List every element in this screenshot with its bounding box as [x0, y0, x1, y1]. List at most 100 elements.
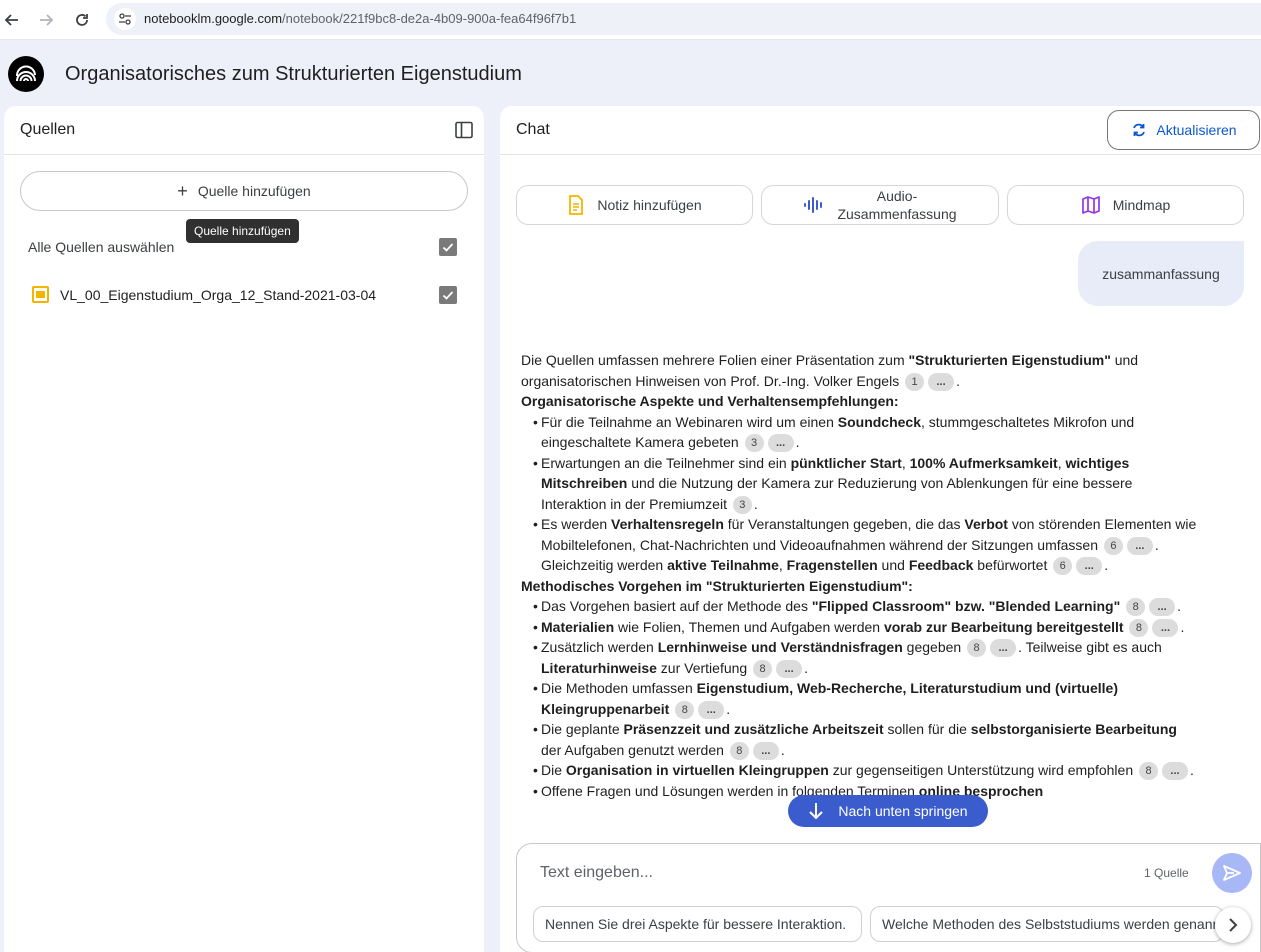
answer-heading-1: Organisatorische Aspekte und Verhaltense…	[521, 393, 899, 409]
answer-list-1: Für die Teilnahme an Webinaren wird um e…	[521, 412, 1201, 576]
citation-chip[interactable]: 8	[675, 700, 695, 719]
send-icon	[1223, 865, 1241, 881]
citation-more-chip[interactable]: ...	[1152, 618, 1179, 637]
text: .	[956, 372, 960, 389]
url-host: notebooklm.google.com	[144, 11, 283, 26]
citation-more-chip[interactable]: ...	[776, 659, 803, 678]
citation-chip[interactable]: 3	[744, 434, 764, 452]
bold-text: aktive Teilnahme	[667, 557, 779, 573]
text: .	[804, 659, 808, 676]
add-source-button[interactable]: + Quelle hinzufügen	[20, 171, 468, 211]
url-text[interactable]: notebooklm.google.com/notebook/221f9bc8-…	[144, 11, 576, 26]
jump-to-bottom-button[interactable]: Nach unten springen	[788, 795, 988, 827]
citation-more-chip[interactable]: ...	[752, 741, 779, 760]
citation-chip[interactable]: 8	[753, 659, 773, 678]
text: und	[877, 557, 909, 573]
map-icon	[1081, 196, 1100, 214]
text: Für die Teilnahme an Webinaren wird um e…	[541, 413, 838, 430]
text: der Aufgaben genutzt werden	[541, 741, 724, 758]
text: und die Nutzung der Kamera zur Reduzieru…	[541, 475, 1133, 512]
bold-text: Materialien	[541, 618, 615, 635]
citation-chip[interactable]: 8	[1139, 762, 1159, 780]
citation-more-chip[interactable]: ...	[698, 700, 725, 719]
next-suggestions-button[interactable]	[1215, 907, 1251, 943]
audio-summary-label: Audio- Zusammenfassung	[837, 187, 957, 223]
citation-more-chip[interactable]: ...	[1162, 762, 1189, 780]
back-icon[interactable]	[0, 8, 24, 32]
citation-more-chip[interactable]: ...	[1126, 536, 1153, 555]
forward-icon[interactable]	[34, 8, 58, 32]
add-note-label: Notiz hinzufügen	[597, 197, 702, 213]
citation-chip[interactable]: 6	[1103, 536, 1123, 555]
citation-more-chip[interactable]: ...	[990, 639, 1017, 657]
citation-more-chip[interactable]: ...	[1149, 598, 1176, 616]
arrow-down-icon	[809, 803, 824, 820]
text: für Veranstaltungen gegeben, die das	[723, 516, 965, 532]
select-all-checkbox[interactable]	[439, 238, 457, 256]
suggestion-chip[interactable]: Welche Methoden des Selbststudiums werde…	[870, 906, 1224, 942]
refresh-icon	[1133, 123, 1146, 137]
bold-text: "Strukturierten Eigenstudium"	[908, 352, 1111, 368]
collapse-panel-icon[interactable]	[454, 120, 474, 140]
add-note-button[interactable]: Notiz hinzufügen	[516, 185, 753, 225]
citation-chip[interactable]: 6	[1053, 557, 1073, 575]
list-item: Zusätzlich werden Lernhinweise und Verst…	[521, 637, 1201, 678]
send-button[interactable]	[1212, 853, 1252, 893]
suggestion-chip[interactable]: Nennen Sie drei Aspekte für bessere Inte…	[533, 906, 862, 942]
answer-intro: Die Quellen umfassen mehrere Folien eine…	[521, 350, 1201, 391]
text: sollen für die	[883, 721, 971, 737]
reload-icon[interactable]	[70, 8, 94, 32]
audio-waveform-icon	[804, 197, 822, 213]
text: .	[795, 434, 800, 450]
plus-icon: +	[177, 181, 188, 201]
text: zur gegenseitigen Unterstützung wird emp…	[828, 762, 1134, 778]
bold-text: Präsenzzeit und zusätzliche Arbeitszeit	[623, 721, 884, 737]
source-item-label[interactable]: VL_00_Eigenstudium_Orga_12_Stand-2021-03…	[60, 287, 376, 303]
bold-text: pünktlicher Start	[790, 454, 902, 471]
text: Erwartungen an die Teilnehmer sind ein	[541, 454, 791, 471]
url-path: /notebook/221f9bc8-de2a-4b09-900a-fea64f…	[282, 11, 577, 26]
citation-chip[interactable]: 1	[905, 372, 925, 391]
citation-chip[interactable]: 8	[729, 741, 749, 760]
list-item: Das Vorgehen basiert auf der Methode des…	[521, 596, 1201, 617]
text: ,	[778, 557, 787, 573]
bold-text: Organisation in virtuellen Kleingruppen	[565, 762, 829, 778]
text: ,	[1057, 454, 1066, 471]
notebooklm-logo-icon[interactable]	[8, 56, 44, 92]
mindmap-label: Mindmap	[1112, 197, 1171, 213]
list-item: Materialien wie Folien, Themen und Aufga…	[521, 617, 1201, 638]
assistant-answer: Die Quellen umfassen mehrere Folien eine…	[521, 350, 1201, 801]
mindmap-button[interactable]: Mindmap	[1007, 185, 1244, 225]
bold-text: Fragenstellen	[786, 557, 878, 573]
chat-input[interactable]	[540, 862, 1120, 884]
site-settings-icon[interactable]	[114, 8, 136, 30]
refresh-button[interactable]: Aktualisieren	[1107, 110, 1260, 150]
chat-title: Chat	[516, 121, 550, 138]
citation-more-chip[interactable]: ...	[1076, 557, 1103, 575]
text: Die Quellen umfassen mehrere Folien eine…	[521, 352, 909, 368]
citation-chip[interactable]: 3	[732, 495, 752, 514]
notebook-title[interactable]: Organisatorisches zum Strukturierten Eig…	[65, 63, 522, 86]
citation-more-chip[interactable]: ...	[928, 372, 955, 391]
bold-text: Verbot	[964, 516, 1008, 532]
list-item: Es werden Verhaltensregeln für Veranstal…	[521, 514, 1201, 576]
list-item: Für die Teilnahme an Webinaren wird um e…	[521, 412, 1201, 453]
text: zur Vertiefung	[656, 659, 748, 676]
audio-label-line1: Audio-	[876, 188, 918, 204]
slides-file-icon	[32, 286, 49, 303]
text: Zusätzlich werden	[541, 639, 658, 655]
source-item-checkbox[interactable]	[439, 286, 457, 304]
answer-heading-2: Methodisches Vorgehen im "Strukturierten…	[521, 577, 913, 594]
citation-more-chip[interactable]: ...	[767, 434, 794, 452]
citation-chip[interactable]: 8	[967, 639, 987, 657]
chat-composer: 1 Quelle Nennen Sie drei Aspekte für bes…	[516, 843, 1261, 952]
citation-chip[interactable]: 8	[1129, 618, 1149, 637]
jump-label: Nach unten springen	[838, 803, 968, 819]
text: Die Methoden umfassen	[541, 680, 697, 696]
audio-summary-button[interactable]: Audio- Zusammenfassung	[761, 185, 999, 225]
text: Die geplante	[541, 721, 624, 737]
sources-panel: Quellen + Quelle hinzufügen Quelle hinzu…	[4, 106, 484, 952]
bold-text: Feedback	[908, 557, 974, 573]
citation-chip[interactable]: 8	[1126, 598, 1146, 616]
text: Das Vorgehen basiert auf der Methode des	[541, 598, 812, 614]
